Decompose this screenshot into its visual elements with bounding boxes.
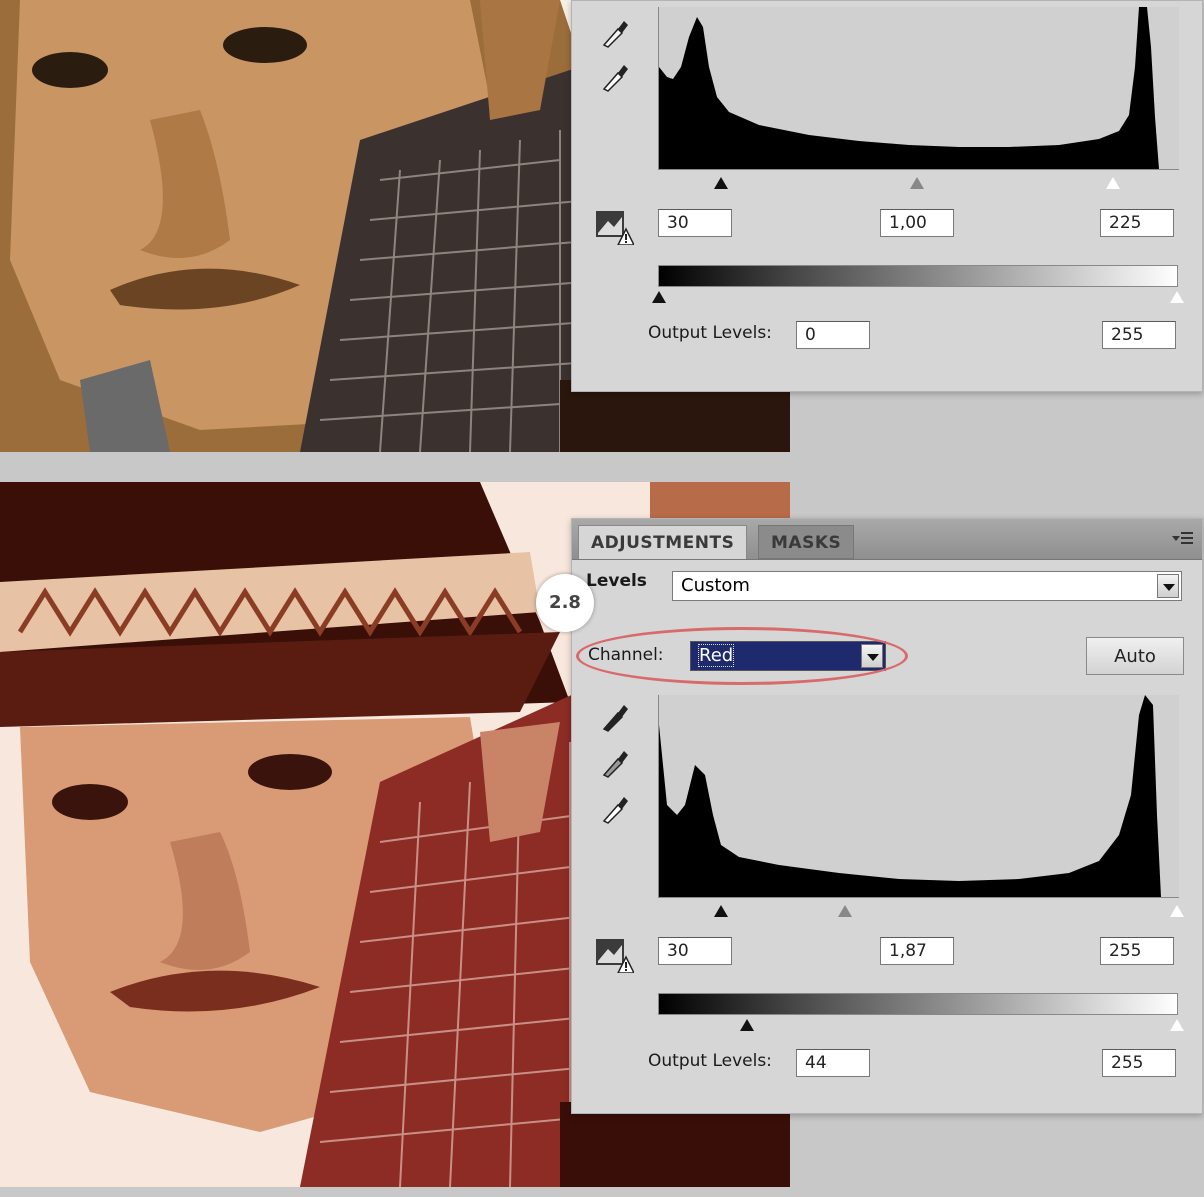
input-black-field[interactable]: 30 [658,937,732,965]
panel-tab-bar: ADJUSTMENTS MASKS [572,519,1202,560]
tab-masks[interactable]: MASKS [758,525,855,559]
chevron-down-icon[interactable] [1157,574,1179,598]
output-gradient-bar [658,265,1178,287]
output-black-slider[interactable] [652,291,666,303]
output-black-field[interactable]: 44 [796,1049,870,1077]
input-gamma-field[interactable]: 1,00 [880,209,954,237]
input-white-slider[interactable] [1170,905,1184,917]
output-white-slider[interactable] [1170,291,1184,303]
white-point-eyedropper-icon[interactable] [598,59,632,93]
input-gamma-slider[interactable] [910,177,924,189]
input-white-field[interactable]: 225 [1100,209,1174,237]
channel-highlight-oval [576,627,908,685]
clipping-warning-icon[interactable] [594,205,634,245]
input-gamma-field[interactable]: 1,87 [880,937,954,965]
input-white-slider[interactable] [1106,177,1120,189]
input-white-field[interactable]: 255 [1100,937,1174,965]
histogram-bottom [658,695,1179,898]
preset-select[interactable]: Custom [672,571,1182,601]
input-black-slider[interactable] [714,177,728,189]
input-black-slider[interactable] [714,905,728,917]
adjustments-panel-bottom: ADJUSTMENTS MASKS Levels Custom Channel:… [571,518,1203,1114]
panel-menu-icon[interactable] [1172,531,1194,547]
white-point-eyedropper-icon[interactable] [598,791,632,825]
black-point-eyedropper-icon[interactable] [598,699,632,733]
levels-label: Levels [586,571,647,591]
clipping-warning-icon[interactable] [594,933,634,973]
output-white-field[interactable]: 255 [1102,321,1176,349]
output-white-slider[interactable] [1170,1019,1184,1031]
output-levels-label: Output Levels: [648,323,772,343]
input-black-field[interactable]: 30 [658,209,732,237]
output-black-field[interactable]: 0 [796,321,870,349]
gray-point-eyedropper-icon[interactable] [598,745,632,779]
output-levels-label: Output Levels: [648,1051,772,1071]
step-badge: 2.8 [536,574,594,632]
auto-button[interactable]: Auto [1086,637,1184,675]
output-black-slider[interactable] [740,1019,754,1031]
tab-adjustments[interactable]: ADJUSTMENTS [578,525,748,559]
gray-point-eyedropper-icon[interactable] [598,15,632,49]
input-gamma-slider[interactable] [838,905,852,917]
preset-select-value: Custom [681,575,750,596]
output-white-field[interactable]: 255 [1102,1049,1176,1077]
histogram-top [658,7,1179,170]
levels-panel-top: 30 1,00 225 Output Levels: 0 255 [571,0,1203,392]
output-gradient-bar [658,993,1178,1015]
